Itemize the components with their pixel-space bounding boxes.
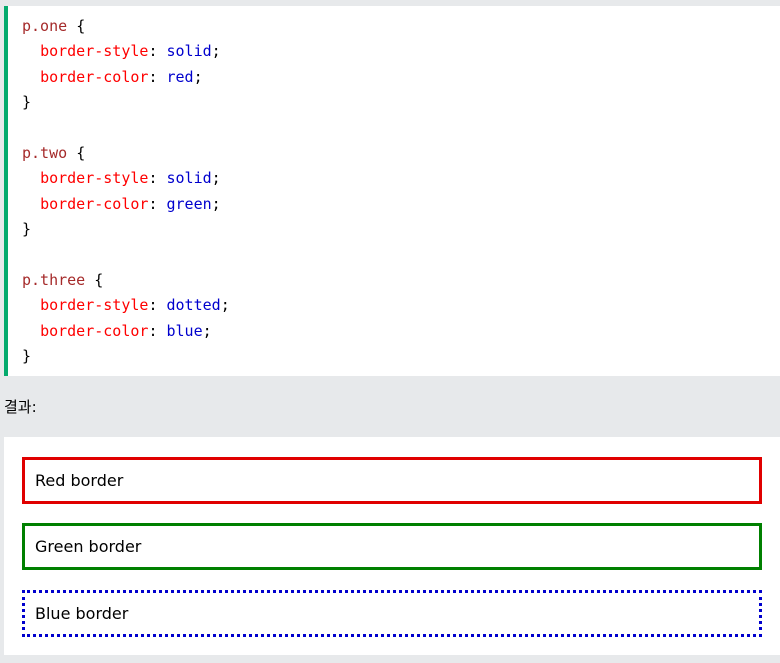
code-line: border-style: solid;: [40, 169, 221, 188]
css-property: border-color: [40, 321, 149, 340]
close-brace: }: [22, 93, 32, 112]
css-value: dotted: [166, 296, 221, 315]
blue-border-paragraph: Blue border: [22, 590, 762, 637]
code-example: p.one { border-style: solid; border-colo…: [4, 6, 780, 376]
css-value: solid: [166, 169, 212, 188]
close-brace: }: [22, 347, 32, 366]
css-property: border-style: [40, 42, 149, 61]
css-value: solid: [166, 42, 212, 61]
code-line: border-color: green;: [40, 194, 221, 213]
css-property: border-style: [40, 296, 149, 315]
open-brace: {: [76, 143, 86, 162]
code-line: border-color: blue;: [40, 321, 212, 340]
css-selector: p.one: [22, 17, 68, 35]
open-brace: {: [76, 17, 86, 35]
css-selector: p.two: [22, 143, 68, 162]
code-line: border-style: solid;: [40, 42, 221, 61]
code-line: p.two {: [22, 141, 780, 166]
red-border-paragraph: Red border: [22, 457, 762, 504]
css-selector: p.three: [22, 270, 86, 289]
green-border-paragraph: Green border: [22, 523, 762, 570]
css-property: border-color: [40, 194, 149, 213]
code-line: }: [22, 344, 780, 369]
code-line: border-color: red;: [40, 67, 203, 86]
result-label: 결과:: [4, 398, 37, 416]
css-property: border-style: [40, 169, 149, 188]
code-line: p.one {: [22, 14, 780, 39]
close-brace: }: [22, 220, 32, 239]
code-line: }: [22, 90, 780, 115]
code-line: }: [22, 217, 780, 242]
code-line: p.three {: [22, 268, 780, 293]
css-property: border-color: [40, 67, 149, 86]
result-panel: Red border Green border Blue border: [4, 437, 780, 655]
code-line: border-style: dotted;: [40, 296, 230, 315]
css-value: red: [166, 67, 194, 86]
css-value: green: [166, 194, 212, 213]
css-value: blue: [166, 321, 203, 340]
open-brace: {: [94, 270, 104, 289]
